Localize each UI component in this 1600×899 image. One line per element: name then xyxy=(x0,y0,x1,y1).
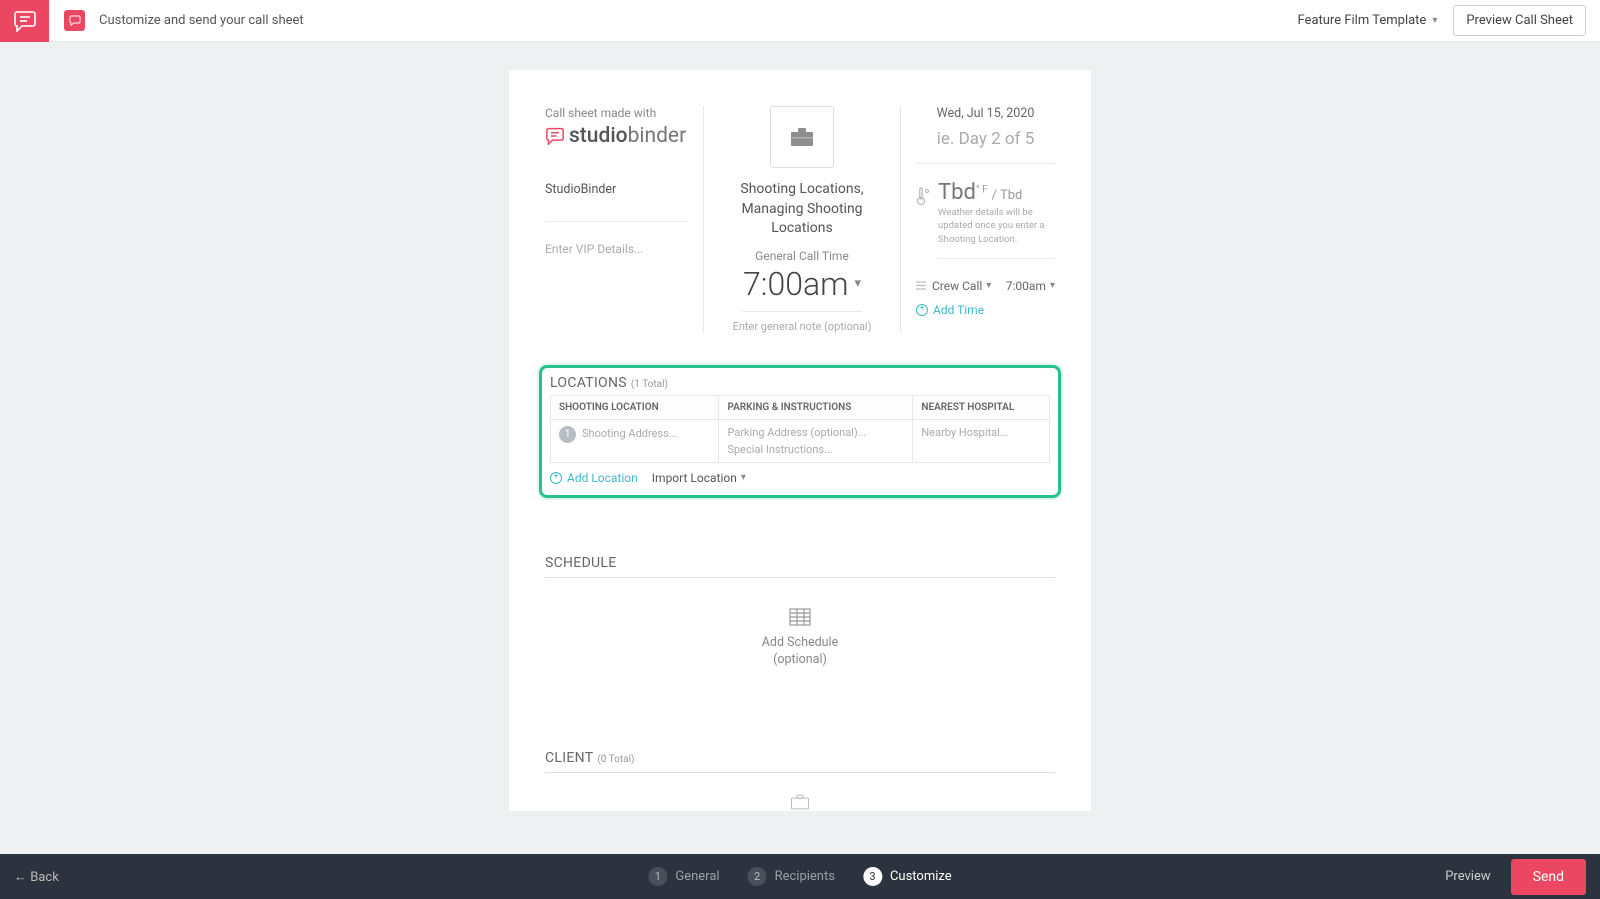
parking-cell[interactable]: Parking Address (optional)... Special In… xyxy=(719,419,913,462)
schedule-title: SCHEDULE xyxy=(545,555,617,571)
divider xyxy=(545,772,1055,773)
shoot-date[interactable]: Wed, Jul 15, 2020 xyxy=(916,106,1055,121)
thermometer-icon xyxy=(916,186,930,206)
locations-table: SHOOTING LOCATION PARKING & INSTRUCTIONS… xyxy=(550,395,1050,463)
company-name[interactable]: StudioBinder xyxy=(545,182,688,222)
add-schedule-button[interactable]: Add Schedule (optional) xyxy=(545,608,1055,669)
add-schedule-optional: (optional) xyxy=(545,651,1055,669)
hospital-input[interactable]: Nearby Hospital... xyxy=(921,426,1008,439)
step-number: 2 xyxy=(748,867,767,886)
brand-strong: studio xyxy=(569,124,628,148)
special-instructions-input[interactable]: Special Instructions... xyxy=(727,443,904,456)
col-hospital: NEAREST HOSPITAL xyxy=(913,395,1050,419)
client-title: CLIENT xyxy=(545,750,593,766)
vip-input[interactable]: Enter VIP Details... xyxy=(545,242,688,256)
send-button[interactable]: Send xyxy=(1511,859,1586,895)
back-button[interactable]: ← Back xyxy=(14,869,59,885)
studiobinder-logo: studiobinder xyxy=(545,124,688,148)
project-title[interactable]: Shooting Locations, Managing Shooting Lo… xyxy=(714,180,890,239)
top-bar: Customize and send your call sheet Featu… xyxy=(0,0,1600,42)
call-sheet: Call sheet made with studiobinder Studio… xyxy=(509,70,1091,811)
col-parking: PARKING & INSTRUCTIONS xyxy=(719,395,913,419)
briefcase-icon xyxy=(789,126,815,148)
add-location-button[interactable]: + Add Location xyxy=(550,471,638,485)
schedule-icon xyxy=(545,608,1055,626)
call-time-dropdown[interactable]: 7:00am ▾ xyxy=(742,265,862,312)
step-recipients[interactable]: 2 Recipients xyxy=(748,867,835,886)
locations-count: (1 Total) xyxy=(631,379,668,390)
row-number-badge: 1 xyxy=(559,426,576,443)
crew-call-time: 7:00am xyxy=(1006,279,1046,293)
brand-logo[interactable] xyxy=(0,0,49,42)
template-label: Feature Film Template xyxy=(1298,13,1427,28)
header-left-column: Call sheet made with studiobinder Studio… xyxy=(545,106,703,333)
day-of-days[interactable]: ie. Day 2 of 5 xyxy=(916,129,1055,164)
footer-bar: ← Back 1 General 2 Recipients 3 Customiz… xyxy=(0,854,1600,899)
chevron-down-icon: ▾ xyxy=(741,472,746,483)
preview-button[interactable]: Preview xyxy=(1445,869,1490,884)
plus-circle-icon: + xyxy=(550,472,562,484)
client-icon[interactable] xyxy=(545,793,1055,811)
weather-block: Tbd° F / Tbd Weather details will be upd… xyxy=(916,182,1055,259)
project-logo-placeholder[interactable] xyxy=(770,106,834,168)
shooting-address-input[interactable]: Shooting Address... xyxy=(582,427,678,440)
general-note-input[interactable]: Enter general note (optional) xyxy=(714,320,890,333)
step-general[interactable]: 1 General xyxy=(648,867,719,886)
chat-icon xyxy=(69,15,81,26)
crew-call-type-dropdown[interactable]: Crew Call ▾ xyxy=(932,279,991,293)
client-section: CLIENT (0 Total) xyxy=(545,747,1055,811)
mini-icon xyxy=(64,10,85,31)
divider xyxy=(545,577,1055,578)
weather-note: Weather details will be updated once you… xyxy=(938,206,1055,259)
chat-icon xyxy=(545,127,565,145)
chevron-down-icon: ▾ xyxy=(1050,280,1055,291)
general-call-label: General Call Time xyxy=(714,249,890,263)
import-location-dropdown[interactable]: Import Location ▾ xyxy=(652,471,746,485)
schedule-section: SCHEDULE Add Schedule (optional) xyxy=(545,552,1055,669)
chevron-down-icon: ▾ xyxy=(1432,15,1437,26)
plus-circle-icon: + xyxy=(916,304,928,316)
template-dropdown[interactable]: Feature Film Template ▾ xyxy=(1298,13,1438,28)
step-label: Recipients xyxy=(775,869,835,884)
hospital-cell[interactable]: Nearby Hospital... xyxy=(913,419,1050,462)
parking-address-input[interactable]: Parking Address (optional)... xyxy=(727,426,904,439)
crew-call-time-dropdown[interactable]: 7:00am ▾ xyxy=(1006,279,1055,293)
shooting-cell[interactable]: 1 Shooting Address... xyxy=(551,419,719,462)
drag-icon[interactable] xyxy=(916,281,926,290)
chat-icon xyxy=(13,10,37,32)
add-time-label: Add Time xyxy=(933,303,984,317)
crew-call-row[interactable]: Crew Call ▾ 7:00am ▾ xyxy=(916,279,1055,293)
step-number: 1 xyxy=(648,867,667,886)
import-location-label: Import Location xyxy=(652,471,737,485)
call-time-value: 7:00am xyxy=(743,265,849,303)
step-label: General xyxy=(675,869,719,884)
step-label: Customize xyxy=(890,869,952,884)
locations-title: LOCATIONS xyxy=(550,375,627,391)
chevron-down-icon: ▾ xyxy=(854,276,861,291)
step-customize[interactable]: 3 Customize xyxy=(863,867,952,886)
client-count: (0 Total) xyxy=(597,754,634,765)
col-shooting: SHOOTING LOCATION xyxy=(551,395,719,419)
preview-call-sheet-button[interactable]: Preview Call Sheet xyxy=(1453,5,1586,36)
made-with-label: Call sheet made with xyxy=(545,106,688,120)
stepper: 1 General 2 Recipients 3 Customize xyxy=(648,867,951,886)
add-schedule-label: Add Schedule xyxy=(545,634,1055,652)
crew-call-label: Crew Call xyxy=(932,279,982,293)
add-time-button[interactable]: + Add Time xyxy=(916,303,1055,317)
location-row: 1 Shooting Address... Parking Address (op… xyxy=(551,419,1050,462)
weather-low: / Tbd xyxy=(992,188,1023,203)
page-title: Customize and send your call sheet xyxy=(99,13,304,28)
add-location-label: Add Location xyxy=(567,471,638,485)
header-right-column: Wed, Jul 15, 2020 ie. Day 2 of 5 Tbd° F … xyxy=(901,106,1055,333)
weather-unit: ° F xyxy=(976,185,988,196)
step-number: 3 xyxy=(863,867,882,886)
brand-light: binder xyxy=(628,124,687,148)
chevron-down-icon: ▾ xyxy=(986,280,991,291)
weather-high: Tbd xyxy=(938,180,976,205)
locations-section: LOCATIONS (1 Total) SHOOTING LOCATION PA… xyxy=(545,365,1055,498)
header-center-column: Shooting Locations, Managing Shooting Lo… xyxy=(703,106,901,333)
